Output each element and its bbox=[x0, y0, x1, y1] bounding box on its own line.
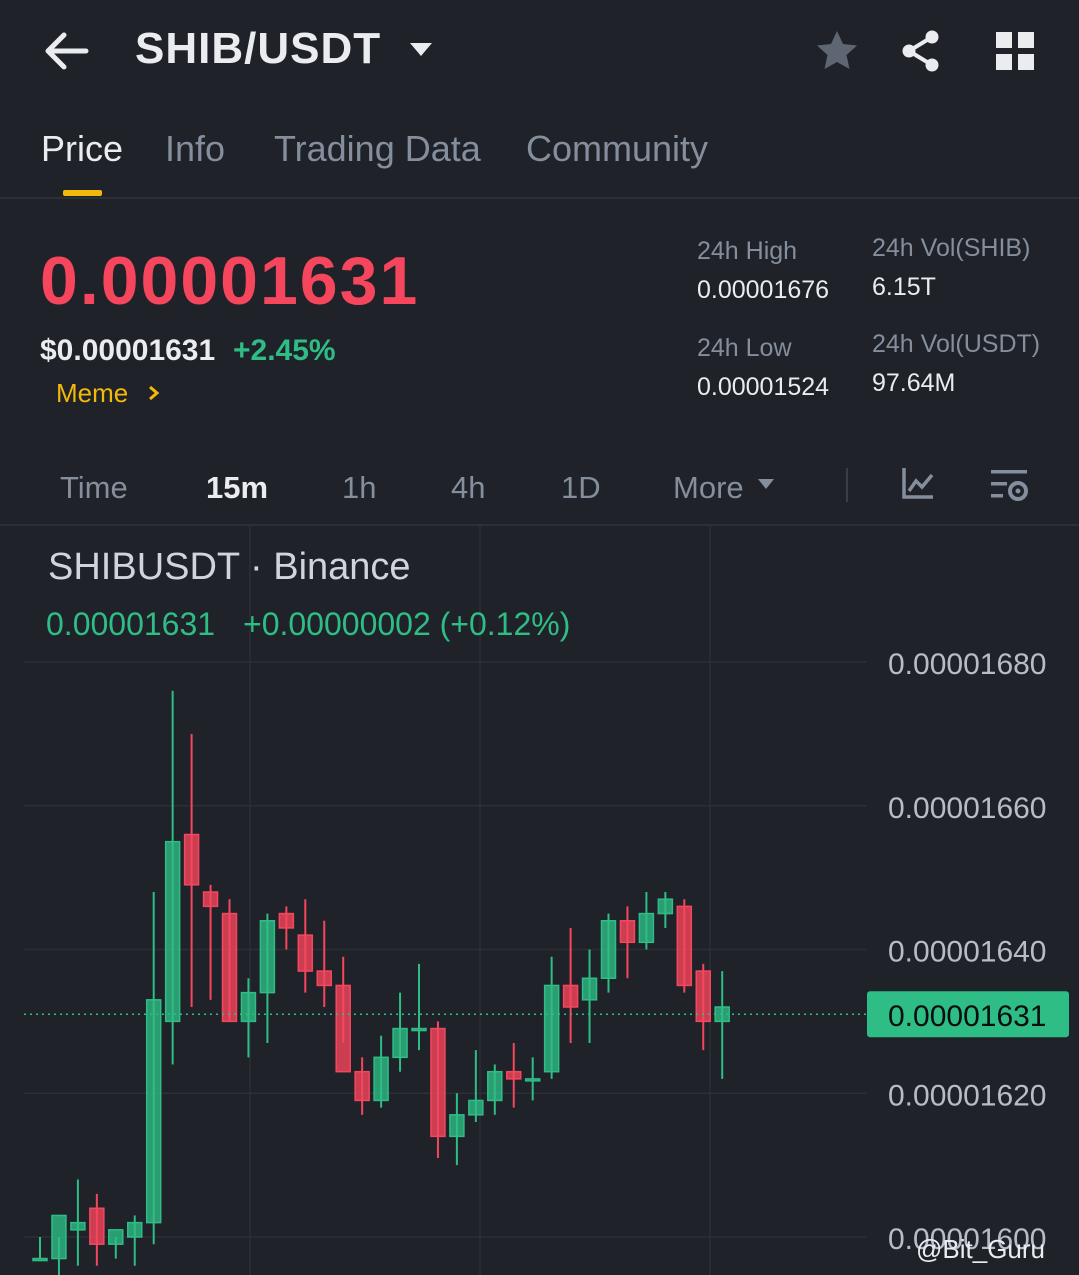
star-icon[interactable] bbox=[814, 28, 860, 74]
usd-price: $0.00001631 bbox=[40, 334, 216, 367]
candle-body bbox=[127, 1221, 143, 1238]
candle-body bbox=[543, 984, 560, 1073]
dropdown-caret-icon[interactable] bbox=[408, 40, 434, 58]
price-change-percent: +2.45% bbox=[233, 334, 336, 367]
interval-4h[interactable]: 4h bbox=[451, 470, 485, 506]
candle-body bbox=[278, 912, 295, 929]
pair-title[interactable]: SHIB/USDT bbox=[135, 24, 381, 74]
interval-divider bbox=[846, 468, 848, 502]
chart-settings-icon[interactable] bbox=[988, 464, 1030, 506]
candle-body bbox=[487, 1070, 503, 1102]
y-tick-label: 0.00001620 bbox=[888, 1079, 1047, 1112]
candle-body bbox=[430, 1027, 446, 1138]
candle-body bbox=[411, 1027, 427, 1032]
chart-symbol: SHIBUSDT · Binance bbox=[48, 546, 411, 588]
candle-body bbox=[638, 912, 655, 944]
candle-body bbox=[108, 1229, 124, 1245]
y-tick-label: 0.00001680 bbox=[888, 648, 1047, 681]
candle-body bbox=[354, 1070, 370, 1102]
low-label: 24h Low bbox=[697, 334, 792, 362]
vol-quote-label: 24h Vol(USDT) bbox=[872, 330, 1041, 358]
chart-last-price: 0.00001631 bbox=[46, 606, 216, 642]
candle-body bbox=[506, 1070, 522, 1080]
tab-info[interactable]: Info bbox=[165, 128, 225, 170]
interval-1h[interactable]: 1h bbox=[342, 470, 376, 506]
tab-community[interactable]: Community bbox=[526, 128, 708, 170]
high-value: 0.00001676 bbox=[697, 276, 830, 304]
candle-body bbox=[657, 898, 674, 915]
chevron-right-icon[interactable] bbox=[146, 382, 162, 404]
candle-body bbox=[32, 1257, 48, 1262]
indicator-icon[interactable] bbox=[899, 464, 937, 502]
interval-time[interactable]: Time bbox=[60, 470, 128, 506]
category-tag[interactable]: Meme bbox=[56, 378, 128, 409]
high-label: 24h High bbox=[697, 237, 798, 265]
candle-body bbox=[145, 999, 162, 1224]
tab-price[interactable]: Price bbox=[41, 128, 123, 170]
candle-body bbox=[562, 984, 579, 1008]
vol-quote-value: 97.64M bbox=[872, 369, 956, 397]
candle-body bbox=[89, 1207, 105, 1245]
candle-body bbox=[600, 920, 617, 979]
candle-body bbox=[676, 905, 693, 987]
tabs-divider bbox=[0, 197, 1079, 199]
tab-trading-data[interactable]: Trading Data bbox=[274, 128, 481, 170]
candle-body bbox=[468, 1099, 484, 1116]
grid-icon[interactable] bbox=[992, 28, 1038, 74]
back-arrow-icon[interactable] bbox=[40, 26, 96, 76]
candle-body bbox=[164, 840, 181, 1023]
last-price: 0.00001631 bbox=[40, 243, 420, 319]
y-tick-label: 0.00001640 bbox=[888, 936, 1047, 969]
candle-body bbox=[259, 920, 276, 994]
chart-change: +0.00000002 (+0.12%) bbox=[243, 606, 571, 642]
candle-body bbox=[524, 1078, 541, 1082]
interval-1d[interactable]: 1D bbox=[561, 470, 601, 506]
candle-body bbox=[240, 991, 257, 1023]
candle-body bbox=[581, 977, 598, 1001]
candle-body bbox=[183, 833, 200, 886]
low-value: 0.00001524 bbox=[697, 373, 830, 401]
watermark: @Bit_Guru bbox=[916, 1234, 1045, 1264]
candle-body bbox=[619, 920, 636, 944]
y-tick-label: 0.00001660 bbox=[888, 792, 1047, 825]
current-price-label: 0.00001631 bbox=[888, 1000, 1047, 1033]
active-tab-indicator bbox=[63, 190, 102, 196]
interval-15m[interactable]: 15m bbox=[206, 470, 268, 506]
interval-more[interactable]: More bbox=[673, 470, 744, 506]
candle-body bbox=[51, 1214, 67, 1260]
vol-base-label: 24h Vol(SHIB) bbox=[872, 234, 1031, 262]
candle-body bbox=[449, 1114, 465, 1138]
share-icon[interactable] bbox=[898, 28, 944, 74]
candle-body bbox=[70, 1221, 86, 1231]
candle-body bbox=[316, 970, 332, 987]
candle-body bbox=[202, 891, 219, 908]
more-caret-icon[interactable] bbox=[757, 478, 775, 490]
candle-body bbox=[335, 984, 351, 1073]
candle-body bbox=[221, 912, 238, 1023]
vol-base-value: 6.15T bbox=[872, 273, 936, 301]
candle-body bbox=[373, 1056, 389, 1102]
candle-body bbox=[392, 1027, 408, 1059]
candle-body bbox=[297, 934, 314, 972]
